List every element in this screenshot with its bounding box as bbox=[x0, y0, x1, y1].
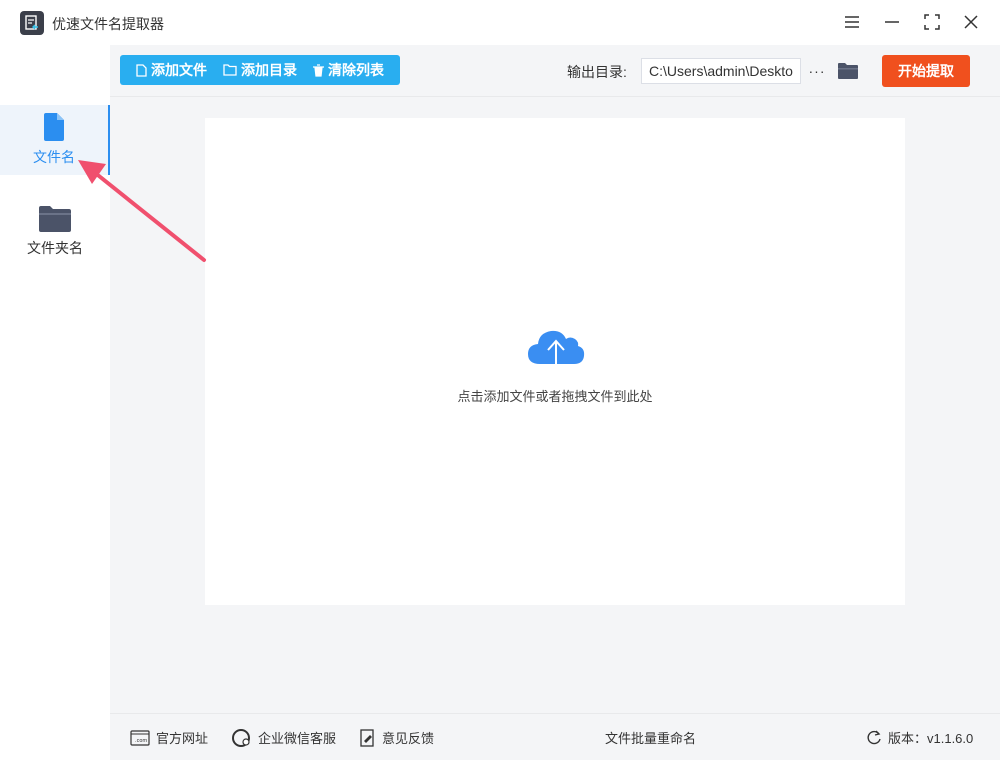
feedback-link[interactable]: 意见反馈 bbox=[360, 714, 434, 760]
add-directory-button[interactable]: 添加目录 bbox=[215, 55, 305, 85]
close-icon[interactable] bbox=[958, 10, 984, 34]
toolbar: 添加文件 添加目录 清除列表 输出目录: C:\Users\admin\Desk… bbox=[110, 45, 1000, 97]
minimize-icon[interactable] bbox=[879, 10, 905, 34]
sidebar-item-foldername[interactable]: 文件夹名 bbox=[0, 197, 110, 267]
app-logo-icon bbox=[20, 11, 44, 35]
sidebar: 文件名 文件夹名 bbox=[0, 45, 110, 760]
start-extract-button[interactable]: 开始提取 bbox=[882, 55, 970, 87]
sidebar-item-filename[interactable]: 文件名 bbox=[0, 105, 110, 175]
more-options-button[interactable]: ··· bbox=[807, 58, 827, 84]
output-dir-input[interactable]: C:\Users\admin\Deskto bbox=[641, 58, 801, 84]
file-action-group: 添加文件 添加目录 清除列表 bbox=[120, 55, 400, 85]
sidebar-item-label: 文件夹名 bbox=[27, 240, 83, 256]
open-folder-icon[interactable] bbox=[837, 60, 859, 82]
version-info[interactable]: 版本：v1.1.6.0 bbox=[866, 714, 973, 760]
batch-rename-link[interactable]: 文件批量重命名 bbox=[605, 714, 696, 760]
feedback-icon bbox=[360, 728, 374, 747]
sidebar-item-label: 文件名 bbox=[33, 149, 75, 165]
drop-hint: 点击添加文件或者拖拽文件到此处 bbox=[457, 389, 653, 404]
title-bar: 优速文件名提取器 bbox=[0, 0, 1000, 45]
cloud-upload-icon bbox=[528, 330, 585, 375]
official-site-link[interactable]: .com 官方网址 bbox=[130, 714, 208, 760]
maximize-icon[interactable] bbox=[919, 10, 945, 34]
file-outline-icon bbox=[136, 63, 147, 77]
folder-icon bbox=[39, 206, 71, 232]
file-drop-area[interactable]: 点击添加文件或者拖拽文件到此处 bbox=[205, 118, 905, 605]
footer: .com 官方网址 企业微信客服 意见反馈 文件批量重命名 版本：v1.1.6.… bbox=[110, 713, 1000, 760]
clear-list-button[interactable]: 清除列表 bbox=[305, 55, 392, 85]
wechat-icon bbox=[232, 728, 250, 747]
app-title: 优速文件名提取器 bbox=[52, 16, 164, 32]
output-dir-label: 输出目录: bbox=[567, 64, 627, 80]
website-icon: .com bbox=[130, 729, 150, 746]
svg-text:.com: .com bbox=[135, 738, 147, 744]
trash-icon bbox=[313, 63, 324, 77]
refresh-icon bbox=[867, 730, 881, 744]
menu-icon[interactable] bbox=[839, 10, 865, 34]
file-icon bbox=[44, 113, 64, 141]
wechat-support-link[interactable]: 企业微信客服 bbox=[232, 714, 336, 760]
folder-outline-icon bbox=[223, 64, 237, 76]
add-file-button[interactable]: 添加文件 bbox=[128, 55, 215, 85]
